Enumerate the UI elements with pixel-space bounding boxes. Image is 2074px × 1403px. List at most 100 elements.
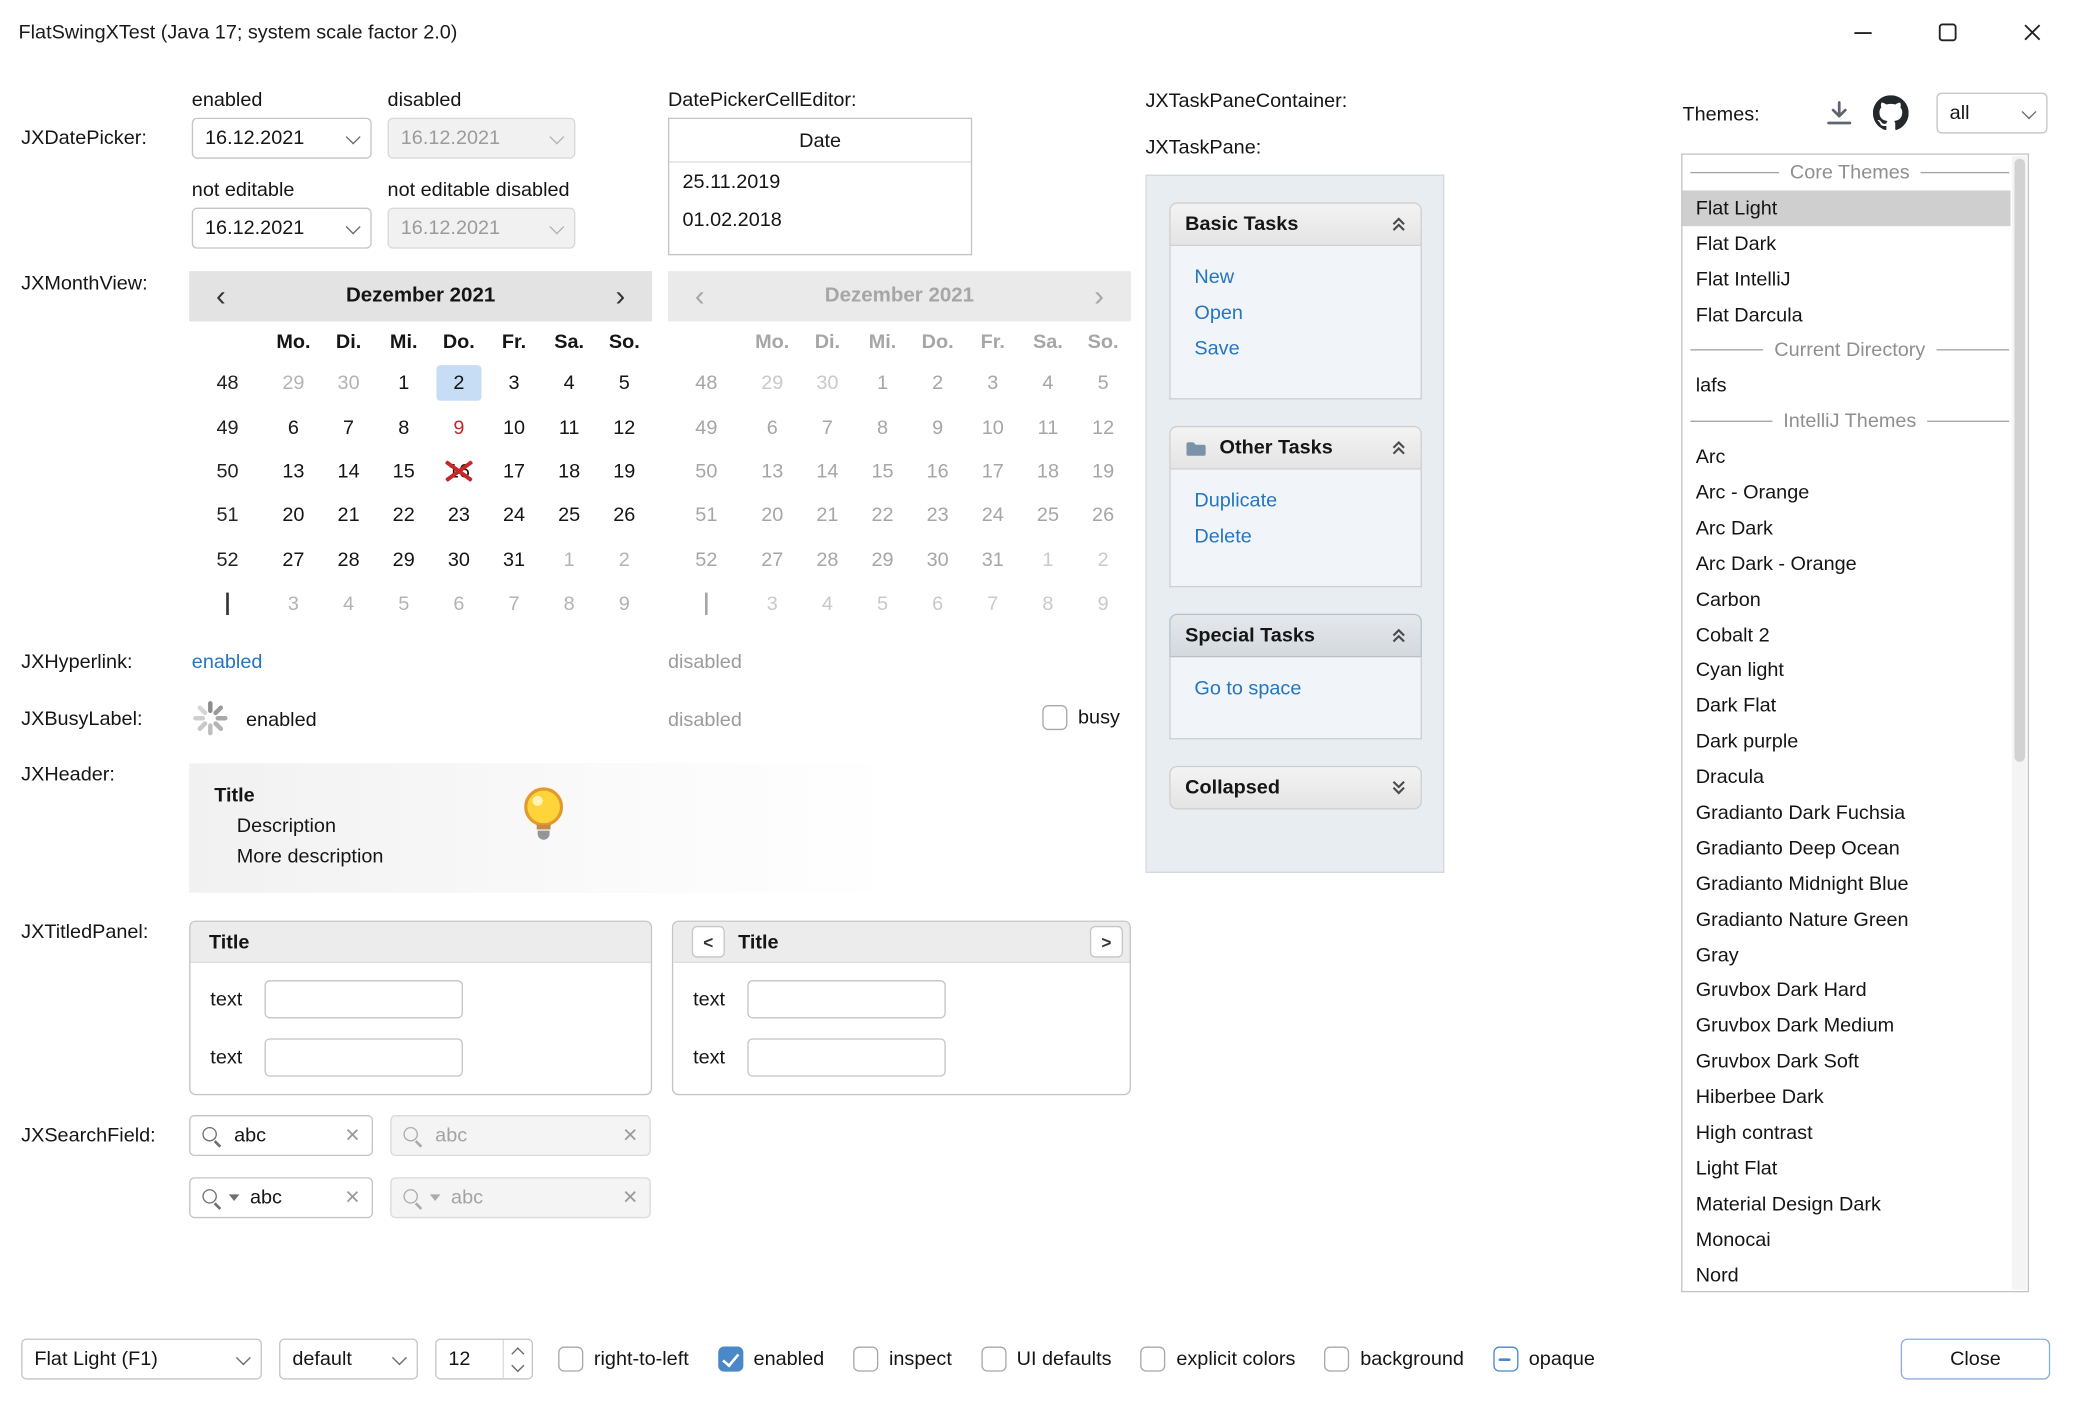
day-cell[interactable]: 9 (597, 582, 652, 626)
theme-item-arc[interactable]: Arc (1682, 439, 2010, 475)
checkbox-explicit-colors[interactable]: explicit colors (1141, 1347, 1296, 1372)
scrollbar-thumb[interactable] (2014, 159, 2025, 762)
day-cell[interactable]: 5 (376, 582, 431, 626)
minimize-button[interactable] (1820, 0, 1905, 63)
searchfield-enabled[interactable]: abc × (189, 1115, 373, 1156)
day-cell[interactable]: 1 (542, 538, 597, 582)
taskpane-title-basic-tasks[interactable]: Basic Tasks (1169, 202, 1422, 246)
combo-arrow[interactable] (382, 1354, 416, 1365)
day-cell[interactable]: 2 (431, 361, 486, 405)
theme-item-flat-light[interactable]: Flat Light (1682, 190, 2010, 226)
datepicker-dropdown-button[interactable] (336, 133, 370, 144)
day-cell[interactable]: 13 (266, 449, 321, 493)
day-cell[interactable]: 10 (486, 405, 541, 449)
day-cell[interactable]: 29 (266, 361, 321, 405)
checkbox-background[interactable]: background (1325, 1347, 1464, 1372)
search-input[interactable]: abc (234, 1124, 334, 1146)
text-input[interactable] (747, 1038, 945, 1076)
day-cell[interactable]: 16 (431, 449, 486, 493)
day-cell[interactable]: 21 (321, 494, 376, 538)
theme-item-lafs[interactable]: lafs (1682, 368, 2010, 404)
spinner-buttons[interactable] (503, 1340, 532, 1378)
task-link-go-to-space[interactable]: Go to space (1194, 671, 1420, 707)
theme-item-dracula[interactable]: Dracula (1682, 759, 2010, 795)
day-cell[interactable]: 20 (266, 494, 321, 538)
day-cell[interactable]: 23 (431, 494, 486, 538)
theme-item-gruvbox-dark-soft[interactable]: Gruvbox Dark Soft (1682, 1044, 2010, 1080)
day-cell[interactable]: 17 (486, 449, 541, 493)
searchfield-menu-enabled[interactable]: abc × (189, 1177, 373, 1218)
datepicker-value[interactable]: 16.12.2021 (193, 127, 336, 149)
spinner-up-icon[interactable] (511, 1347, 524, 1360)
day-cell[interactable]: 9 (431, 405, 486, 449)
day-cell[interactable]: 6 (266, 405, 321, 449)
task-link-open[interactable]: Open (1194, 295, 1420, 331)
theme-item-material-design-dark[interactable]: Material Design Dark (1682, 1186, 2010, 1222)
day-cell[interactable]: 25 (542, 494, 597, 538)
theme-item-carbon[interactable]: Carbon (1682, 582, 2010, 618)
themes-filter-combobox[interactable]: all (1936, 93, 2047, 134)
theme-item-gruvbox-dark-hard[interactable]: Gruvbox Dark Hard (1682, 973, 2010, 1009)
day-cell[interactable]: 24 (486, 494, 541, 538)
theme-item-dark-flat[interactable]: Dark Flat (1682, 688, 2010, 724)
day-cell[interactable]: 22 (376, 494, 431, 538)
maximize-button[interactable] (1905, 0, 1990, 63)
text-input[interactable] (747, 980, 945, 1018)
theme-item-nord[interactable]: Nord (1682, 1257, 2010, 1292)
search-input[interactable]: abc (250, 1186, 335, 1208)
day-cell[interactable]: 31 (486, 538, 541, 582)
theme-item-flat-intellij[interactable]: Flat IntelliJ (1682, 261, 2010, 297)
day-cell[interactable]: 27 (266, 538, 321, 582)
day-cell[interactable]: 5 (597, 361, 652, 405)
theme-item-gruvbox-dark-medium[interactable]: Gruvbox Dark Medium (1682, 1008, 2010, 1044)
theme-item-arc-dark[interactable]: Arc Dark (1682, 510, 2010, 546)
day-cell[interactable]: 1 (376, 361, 431, 405)
checkbox-opaque[interactable]: opaque (1493, 1347, 1595, 1372)
laf-combobox[interactable]: Flat Light (F1) (21, 1339, 262, 1380)
next-month-button[interactable]: › (610, 282, 631, 311)
theme-item-dark-purple[interactable]: Dark purple (1682, 724, 2010, 760)
theme-item-cobalt-2[interactable]: Cobalt 2 (1682, 617, 2010, 653)
titledpanel-right-button[interactable]: > (1090, 926, 1123, 958)
text-input[interactable] (265, 980, 463, 1018)
prev-month-button[interactable]: ‹ (210, 282, 231, 311)
theme-item-gradianto-dark-fuchsia[interactable]: Gradianto Dark Fuchsia (1682, 795, 2010, 831)
day-cell[interactable]: 30 (431, 538, 486, 582)
day-cell[interactable]: 12 (597, 405, 652, 449)
combo-arrow[interactable] (2012, 108, 2046, 119)
taskpane-title-collapsed[interactable]: Collapsed (1169, 766, 1422, 810)
day-cell[interactable]: 18 (542, 449, 597, 493)
spinner-down-icon[interactable] (511, 1358, 524, 1371)
checkbox-right-to-left[interactable]: right-to-left (558, 1347, 689, 1372)
theme-item-hiberbee-dark[interactable]: Hiberbee Dark (1682, 1080, 2010, 1116)
theme-item-flat-darcula[interactable]: Flat Darcula (1682, 297, 2010, 333)
datepicker-enabled-field[interactable]: 16.12.2021 (192, 118, 372, 159)
theme-item-gradianto-midnight-blue[interactable]: Gradianto Midnight Blue (1682, 866, 2010, 902)
task-link-save[interactable]: Save (1194, 331, 1420, 367)
clear-icon[interactable]: × (345, 1123, 360, 1148)
day-cell[interactable]: 30 (321, 361, 376, 405)
font-combobox[interactable]: default (279, 1339, 418, 1380)
checkbox-enabled[interactable]: enabled (718, 1347, 824, 1372)
close-button[interactable]: Close (1901, 1339, 2050, 1380)
day-cell[interactable]: 4 (542, 361, 597, 405)
font-size-spinner[interactable]: 12 (435, 1339, 533, 1380)
theme-item-gradianto-deep-ocean[interactable]: Gradianto Deep Ocean (1682, 831, 2010, 867)
busy-checkbox[interactable]: busy (1042, 705, 1120, 730)
table-column-header[interactable]: Date (669, 119, 971, 163)
day-cell[interactable]: 29 (376, 538, 431, 582)
day-cell[interactable]: 11 (542, 405, 597, 449)
table-row[interactable]: 25.11.2019 (669, 163, 971, 201)
titledpanel-left-button[interactable]: < (692, 926, 725, 958)
task-link-duplicate[interactable]: Duplicate (1194, 483, 1420, 519)
day-cell[interactable]: 15 (376, 449, 431, 493)
day-cell[interactable]: 6 (431, 582, 486, 626)
day-cell[interactable]: 2 (597, 538, 652, 582)
hyperlink-enabled[interactable]: enabled (192, 651, 263, 673)
table-row[interactable]: 01.02.2018 (669, 201, 971, 239)
theme-item-high-contrast[interactable]: High contrast (1682, 1115, 2010, 1151)
theme-item-gradianto-nature-green[interactable]: Gradianto Nature Green (1682, 902, 2010, 938)
clear-icon[interactable]: × (345, 1185, 360, 1210)
taskpane-title-other-tasks[interactable]: Other Tasks (1169, 426, 1422, 470)
github-button[interactable] (1873, 95, 1909, 136)
